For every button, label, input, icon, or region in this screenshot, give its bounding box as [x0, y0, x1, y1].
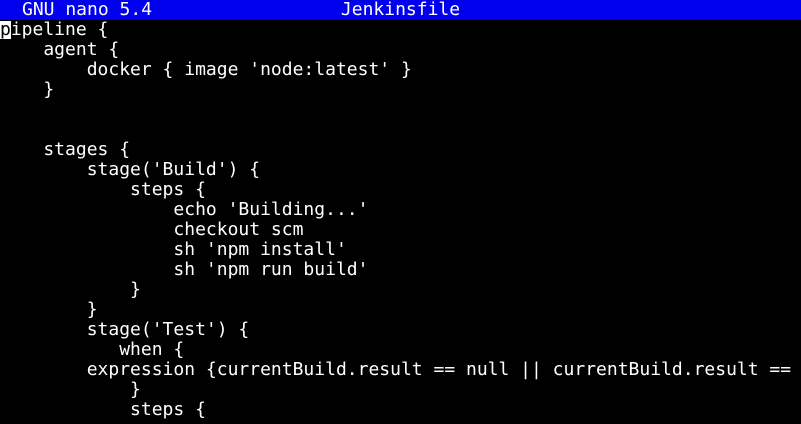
- code-line[interactable]: echo 'Building...': [0, 200, 801, 220]
- code-line[interactable]: }: [0, 380, 801, 400]
- code-line[interactable]: }: [0, 300, 801, 320]
- code-line[interactable]: expression {currentBuild.result == null …: [0, 360, 801, 380]
- code-line[interactable]: steps {: [0, 400, 801, 420]
- code-line[interactable]: sh 'npm run build': [0, 260, 801, 280]
- code-line[interactable]: }: [0, 280, 801, 300]
- code-line[interactable]: when {: [0, 340, 801, 360]
- code-line[interactable]: agent {: [0, 40, 801, 60]
- nano-title-bar: GNU nano 5.4 Jenkinsfile: [0, 0, 801, 20]
- code-line[interactable]: }: [0, 80, 801, 100]
- code-line[interactable]: checkout scm: [0, 220, 801, 240]
- code-line[interactable]: stage('Test') {: [0, 320, 801, 340]
- code-line[interactable]: stages {: [0, 140, 801, 160]
- file-name-label: Jenkinsfile: [340, 0, 461, 20]
- code-line[interactable]: docker { image 'node:latest' }: [0, 60, 801, 80]
- text-cursor: [0, 21, 11, 39]
- code-line[interactable]: [0, 100, 801, 120]
- code-line[interactable]: [0, 120, 801, 140]
- code-line[interactable]: sh 'npm install': [0, 240, 801, 260]
- code-line[interactable]: pipeline {: [0, 20, 801, 40]
- code-line[interactable]: stage('Build') {: [0, 160, 801, 180]
- text-editor-area[interactable]: pipeline { agent { docker { image 'node:…: [0, 20, 801, 424]
- code-line[interactable]: steps {: [0, 180, 801, 200]
